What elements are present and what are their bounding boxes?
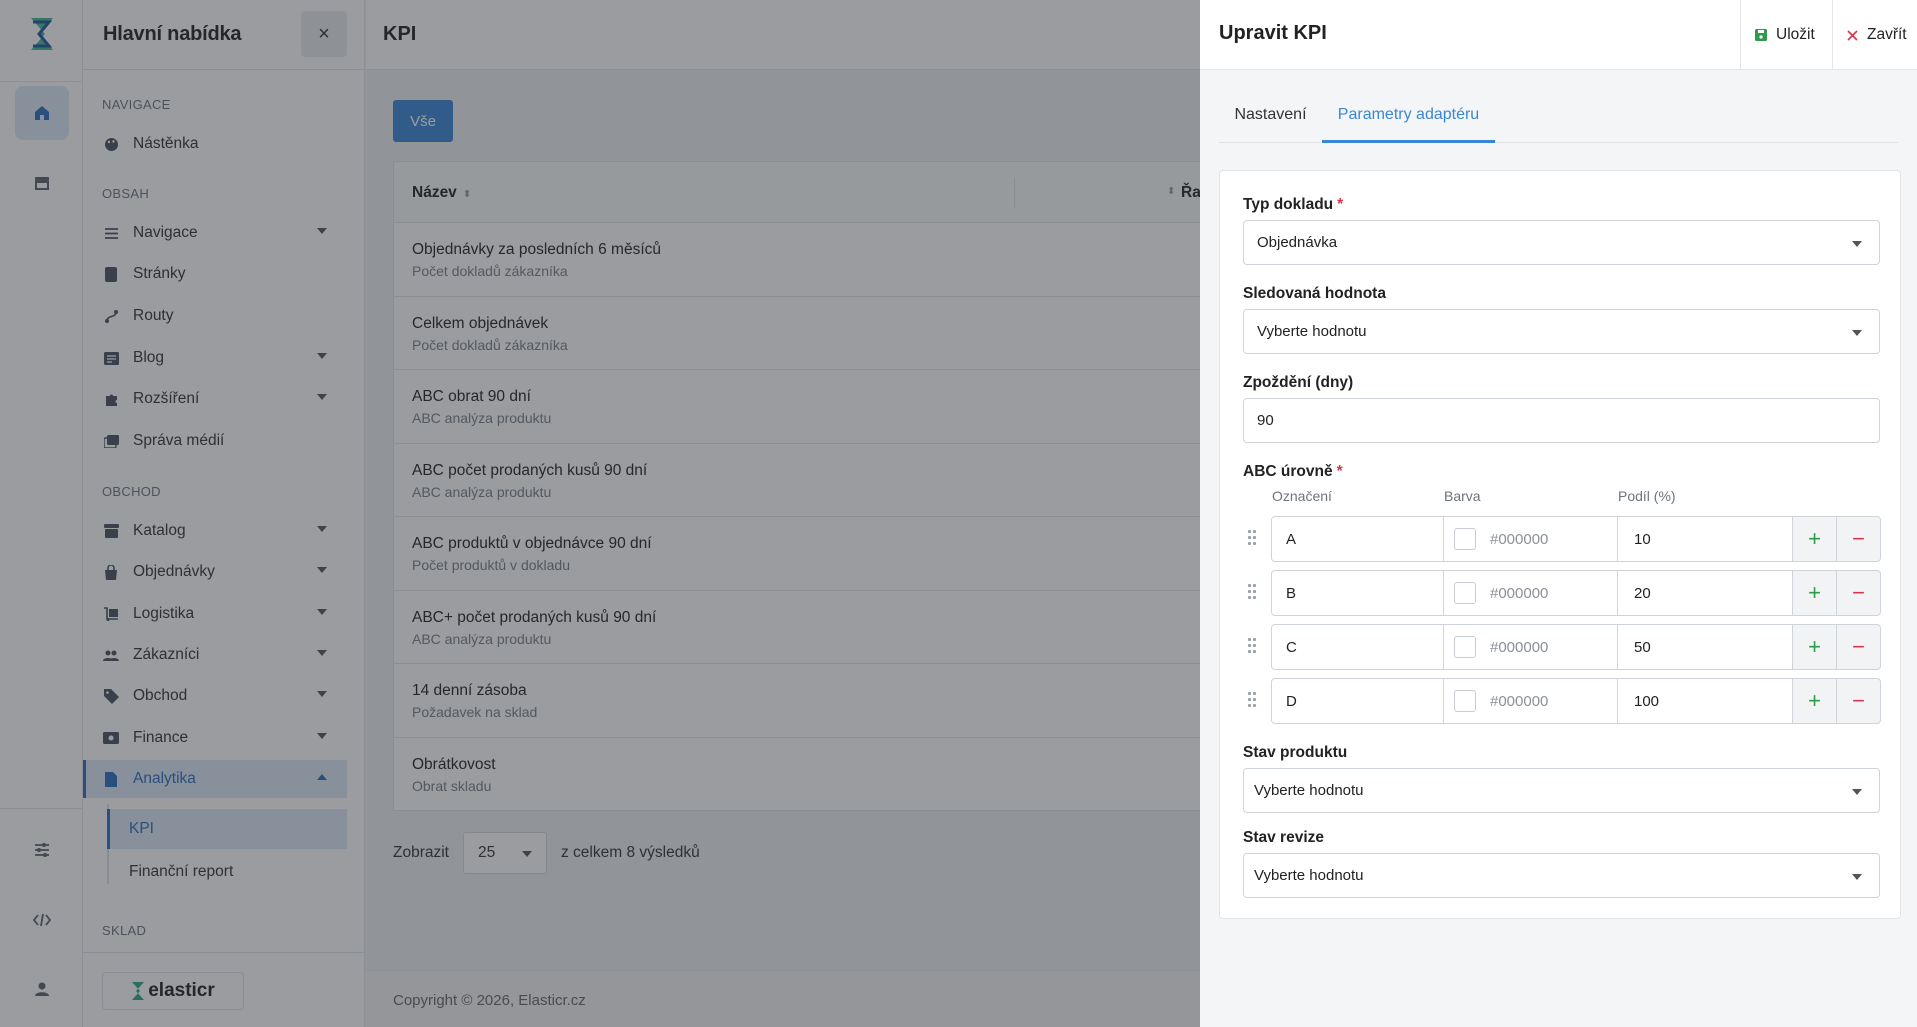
delay-label: Zpoždění (dny) — [1243, 374, 1354, 391]
doc-type-value: Objednávka — [1257, 234, 1338, 251]
color-hex: #000000 — [1490, 530, 1549, 548]
abc-levels-label: ABC úrovně * — [1243, 463, 1343, 480]
color-swatch[interactable] — [1454, 528, 1476, 550]
close-icon — [1847, 29, 1858, 41]
drag-handle-icon[interactable] — [1248, 530, 1258, 548]
chevron-down-icon — [1852, 789, 1862, 795]
product-state-placeholder: Vyberte hodnotu — [1254, 782, 1364, 799]
abc-label-input[interactable]: C — [1271, 624, 1444, 670]
add-row-button[interactable]: + — [1792, 516, 1837, 562]
abc-color-input[interactable]: #000000 — [1443, 624, 1618, 670]
tab-settings[interactable]: Nastavení — [1219, 95, 1322, 143]
delay-input[interactable]: 90 — [1243, 398, 1880, 443]
color-hex: #000000 — [1490, 584, 1549, 602]
add-row-button[interactable]: + — [1792, 624, 1837, 670]
color-swatch[interactable] — [1454, 636, 1476, 658]
tracked-value-select[interactable]: Vyberte hodnotu — [1243, 309, 1880, 354]
abc-color-input[interactable]: #000000 — [1443, 678, 1618, 724]
color-hex: #000000 — [1490, 692, 1549, 710]
color-hex: #000000 — [1490, 638, 1549, 656]
product-state-select[interactable]: Vyberte hodnotu — [1243, 768, 1880, 813]
abc-level-row: A #000000 10 + − — [1243, 516, 1881, 562]
abc-share-input[interactable]: 100 — [1617, 678, 1793, 724]
abc-label-input[interactable]: B — [1271, 570, 1444, 616]
adapter-params-form: Typ dokladu * Objednávka Sledovaná hodnot… — [1219, 170, 1901, 919]
abc-share-input[interactable]: 10 — [1617, 516, 1793, 562]
abc-share-input[interactable]: 20 — [1617, 570, 1793, 616]
abc-column-label: Označení — [1272, 488, 1332, 504]
required-mark: * — [1337, 196, 1344, 213]
abc-level-row: C #000000 50 + − — [1243, 624, 1881, 670]
panel-header: Upravit KPI Uložit Zavřít — [1200, 0, 1917, 70]
add-row-button[interactable]: + — [1792, 678, 1837, 724]
abc-column-color: Barva — [1444, 488, 1481, 504]
color-swatch[interactable] — [1454, 582, 1476, 604]
drag-handle-icon[interactable] — [1248, 638, 1258, 656]
revision-state-label: Stav revize — [1243, 829, 1324, 846]
required-mark: * — [1336, 463, 1343, 480]
drag-handle-icon[interactable] — [1248, 692, 1258, 710]
save-label: Uložit — [1776, 26, 1815, 43]
revision-state-placeholder: Vyberte hodnotu — [1254, 867, 1364, 884]
chevron-down-icon — [1852, 330, 1862, 336]
tab-adapter-params[interactable]: Parametry adaptéru — [1322, 95, 1495, 143]
abc-column-share: Podíl (%) — [1618, 488, 1676, 504]
remove-row-button[interactable]: − — [1836, 678, 1881, 724]
abc-level-row: B #000000 20 + − — [1243, 570, 1881, 616]
abc-level-row: D #000000 100 + − — [1243, 678, 1881, 724]
save-button[interactable]: Uložit — [1740, 0, 1832, 70]
modal-backdrop[interactable] — [0, 0, 1200, 1027]
close-button[interactable]: Zavřít — [1832, 0, 1917, 70]
abc-share-input[interactable]: 50 — [1617, 624, 1793, 670]
abc-color-input[interactable]: #000000 — [1443, 516, 1618, 562]
abc-color-input[interactable]: #000000 — [1443, 570, 1618, 616]
drag-handle-icon[interactable] — [1248, 584, 1258, 602]
doc-type-label: Typ dokladu * — [1243, 196, 1344, 213]
abc-label-input[interactable]: A — [1271, 516, 1444, 562]
chevron-down-icon — [1852, 241, 1862, 247]
product-state-label: Stav produktu — [1243, 744, 1348, 761]
remove-row-button[interactable]: − — [1836, 624, 1881, 670]
add-row-button[interactable]: + — [1792, 570, 1837, 616]
remove-row-button[interactable]: − — [1836, 516, 1881, 562]
doc-type-select[interactable]: Objednávka — [1243, 220, 1880, 265]
revision-state-select[interactable]: Vyberte hodnotu — [1243, 853, 1880, 898]
color-swatch[interactable] — [1454, 690, 1476, 712]
remove-row-button[interactable]: − — [1836, 570, 1881, 616]
close-label: Zavřít — [1867, 26, 1907, 43]
edit-kpi-panel: Upravit KPI Uložit Zavřít Nastavení Para… — [1200, 0, 1917, 1027]
panel-title: Upravit KPI — [1219, 22, 1327, 44]
delay-value: 90 — [1257, 412, 1274, 429]
panel-tabs: Nastavení Parametry adaptéru — [1219, 95, 1898, 143]
floppy-disk-icon — [1755, 29, 1767, 41]
tracked-value-placeholder: Vyberte hodnotu — [1257, 323, 1367, 340]
abc-label-input[interactable]: D — [1271, 678, 1444, 724]
tracked-value-label: Sledovaná hodnota — [1243, 285, 1386, 302]
chevron-down-icon — [1852, 874, 1862, 880]
